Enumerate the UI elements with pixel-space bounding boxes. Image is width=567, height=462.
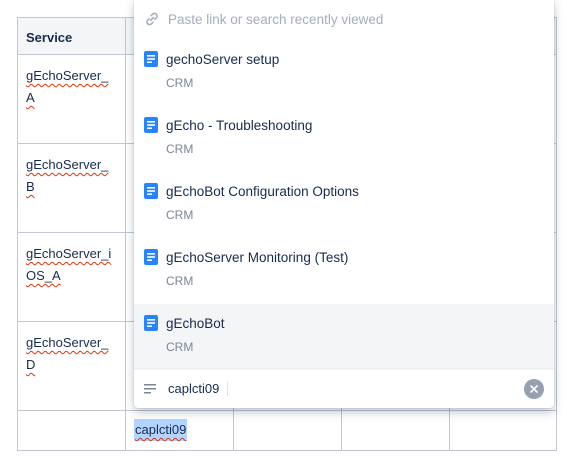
table-cell-service[interactable]: gEchoServer_iOS_A (17, 233, 125, 321)
selected-link-text[interactable]: caplcti09 (134, 419, 188, 441)
result-space: CRM (166, 142, 194, 156)
link-icon (146, 12, 158, 26)
service-name: gEchoServer_B (26, 157, 109, 194)
text-lines-icon (144, 383, 156, 393)
page-icon (144, 183, 158, 199)
service-name: gEchoServer_A (26, 68, 109, 105)
link-search-popup: Paste link or search recently viewed gec… (134, 0, 554, 408)
result-space: CRM (166, 208, 194, 222)
link-search-input[interactable]: Paste link or search recently viewed (134, 0, 554, 38)
result-space: CRM (166, 274, 194, 288)
result-item[interactable]: gEchoBot Configuration Options CRM (134, 172, 554, 238)
table-cell-service[interactable] (17, 411, 125, 450)
table-row: caplcti09 (17, 411, 557, 451)
result-item-active[interactable]: gEchoBot CRM (134, 304, 554, 370)
table-cell[interactable] (449, 411, 557, 450)
result-space: CRM (166, 76, 194, 90)
result-item[interactable]: gechoServer setup CRM (134, 40, 554, 106)
result-title: gechoServer setup (166, 51, 280, 67)
result-space: CRM (166, 340, 194, 354)
result-title: gEchoServer Monitoring (Test) (166, 249, 349, 265)
clear-button[interactable] (524, 379, 544, 399)
page-icon (144, 315, 158, 331)
text-caret (227, 381, 229, 396)
page-icon (144, 249, 158, 265)
display-text-field[interactable]: caplcti09 (134, 368, 554, 408)
service-name: gEchoServer_D (26, 335, 109, 372)
search-placeholder: Paste link or search recently viewed (168, 11, 384, 27)
table-cell-service[interactable]: gEchoServer_B (17, 144, 125, 232)
table-cell[interactable] (341, 411, 449, 450)
clear-icon (530, 385, 538, 393)
table-cell[interactable] (233, 411, 341, 450)
result-item[interactable]: gEchoServer Monitoring (Test) CRM (134, 238, 554, 304)
service-name: gEchoServer_iOS_A (26, 246, 112, 283)
table-cell-service[interactable]: gEchoServer_D (17, 322, 125, 410)
result-item[interactable]: gEcho - Troubleshooting CRM (134, 106, 554, 172)
page-icon (144, 51, 158, 67)
display-text-value: caplcti09 (168, 381, 220, 396)
result-title: gEchoBot (166, 315, 225, 331)
recent-results-list: gechoServer setup CRM gEcho - Troublesho… (134, 40, 554, 370)
result-title: gEchoBot Configuration Options (166, 183, 359, 199)
result-title: gEcho - Troubleshooting (166, 117, 313, 133)
page-icon (144, 117, 158, 133)
table-cell-service[interactable]: gEchoServer_A (17, 55, 125, 143)
table-cell[interactable]: caplcti09 (125, 411, 233, 450)
header-cell-service: Service (17, 18, 125, 54)
